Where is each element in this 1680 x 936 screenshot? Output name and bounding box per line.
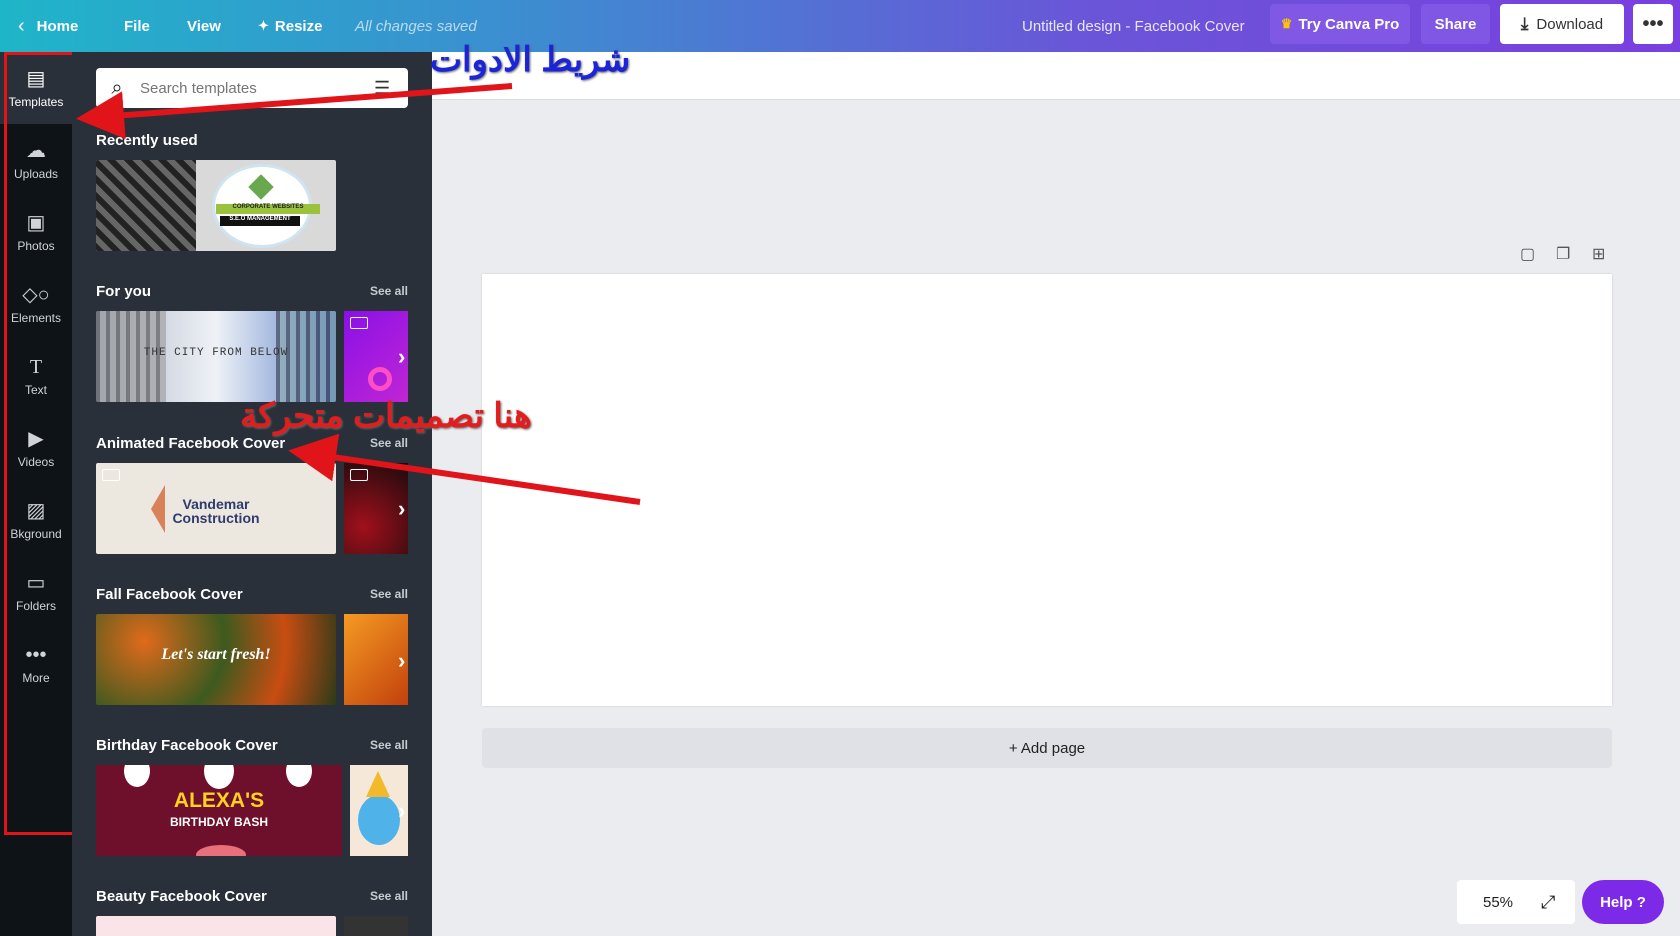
annotation-toolbar-label: شريط الادوات bbox=[430, 41, 631, 79]
arrow-to-animated bbox=[288, 433, 641, 505]
arrow-to-toolbar bbox=[76, 83, 513, 140]
annotation-arrows bbox=[76, 83, 641, 505]
annotation-animated-label: هنا تصميمات متحركة bbox=[240, 397, 532, 435]
